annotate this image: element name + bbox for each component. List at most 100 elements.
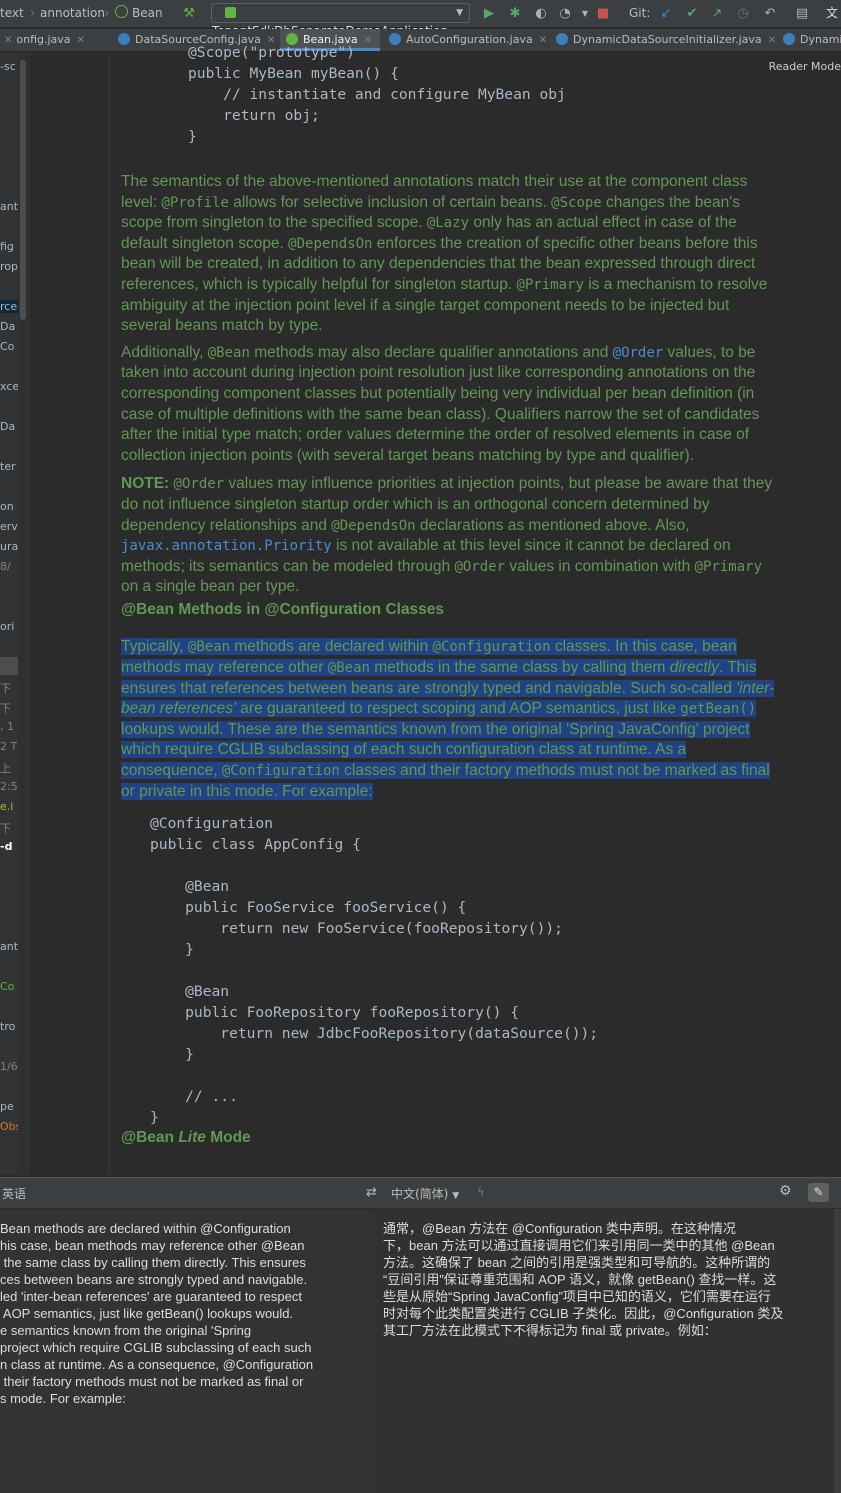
project-panel-edge: -sc ant fig rop rce Da Co xce Da ter on … xyxy=(0,52,18,1175)
tab-dynami[interactable]: Dynami xyxy=(779,29,841,51)
code-line: } xyxy=(150,1109,159,1127)
project-tree-item[interactable]: 1/6 xyxy=(0,1060,18,1073)
breadcrumb-bean[interactable]: Bean xyxy=(115,4,163,23)
log-line: -d xyxy=(0,840,13,853)
project-tree-item[interactable]: Da xyxy=(0,320,15,333)
project-tree-item[interactable]: ura xyxy=(0,540,18,553)
code-line: @Bean xyxy=(150,983,230,1001)
tab-label: onfig.java xyxy=(16,33,71,46)
project-tree-item[interactable]: -sc xyxy=(0,60,16,73)
log-line: 2:5 xyxy=(0,780,18,793)
profile-icon[interactable]: ◔ xyxy=(556,4,574,23)
scrollbar-thumb[interactable] xyxy=(20,60,26,320)
history-icon[interactable]: ◷ xyxy=(734,4,752,23)
order-link[interactable]: @Order xyxy=(613,345,664,361)
project-tree-item[interactable]: Co xyxy=(0,980,14,993)
paragraph-note: NOTE: @Order values may influence priori… xyxy=(121,475,773,596)
swap-languages-icon[interactable]: ⇄ xyxy=(366,1185,377,1200)
stop-icon[interactable]: ■ xyxy=(594,4,612,23)
project-tree-item[interactable]: erv xyxy=(0,520,18,533)
log-line: 上 xyxy=(0,762,11,775)
pin-icon[interactable]: ✎ xyxy=(808,1183,829,1202)
build-hammer-icon[interactable]: ⚒ xyxy=(180,4,198,23)
breadcrumb-chevron-icon: › xyxy=(30,6,36,21)
navigation-toolbar: text › annotation › Bean ⚒ TenantSdkDbSe… xyxy=(0,0,841,38)
close-tab-icon[interactable]: ✕ xyxy=(4,35,12,46)
rollback-icon[interactable]: ↶ xyxy=(761,4,779,23)
translation-panel: 英语 ⇄ 中文(简体) ▼ ϟ ⚙ ✎ Bean methods are dec… xyxy=(0,1177,841,1493)
git-commit-icon[interactable]: ✔ xyxy=(683,4,701,23)
gear-icon[interactable]: ⚙ xyxy=(779,1183,792,1199)
tab-label: Dynami xyxy=(800,33,841,46)
paragraph-annotation-semantics: The semantics of the above-mentioned ann… xyxy=(121,173,768,335)
code-line: public FooService fooService() { xyxy=(150,899,467,917)
code-line: public class AppConfig { xyxy=(150,836,361,854)
section-heading-configuration-classes: @Bean Methods in @Configuration Classes xyxy=(121,600,445,618)
code-line: @Scope("prototype") xyxy=(188,44,355,61)
priority-link[interactable]: javax.annotation.Priority xyxy=(121,538,332,554)
target-language-label: 中文(简体) xyxy=(391,1187,449,1201)
project-tree-item[interactable]: on xyxy=(0,500,14,513)
code-line: public FooRepository fooRepository() { xyxy=(150,1004,520,1022)
project-tree-item[interactable]: rop xyxy=(0,260,18,273)
source-text-area[interactable]: Bean methods are declared within @Config… xyxy=(0,1209,372,1493)
project-tree-item[interactable]: Da xyxy=(0,420,15,433)
breadcrumb-bean-label: Bean xyxy=(132,6,163,20)
project-tree-item[interactable]: Obs xyxy=(0,1120,18,1133)
class-icon xyxy=(118,33,130,45)
project-structure-icon[interactable]: ▤ xyxy=(793,4,811,23)
code-line: } xyxy=(188,128,197,145)
code-line: } xyxy=(150,1046,194,1064)
project-scrollbar[interactable] xyxy=(18,52,30,1175)
spring-boot-icon xyxy=(225,7,236,18)
rendered-javadoc: @Scope("prototype") public MyBean myBean(… xyxy=(121,44,781,1149)
project-tree-item[interactable]: ant xyxy=(0,200,18,213)
target-text-area[interactable]: 通常，@Bean 方法在 @Configuration 类中声明。在这种情况 下… xyxy=(372,1209,834,1493)
debug-icon[interactable]: ✱ xyxy=(506,4,524,23)
paragraph-selected-typically[interactable]: Typically, @Bean methods are declared wi… xyxy=(121,637,781,802)
log-line: e.i xyxy=(0,800,14,813)
more-run-chevron-icon[interactable]: ▼ xyxy=(576,4,594,23)
run-icon[interactable]: ▶ xyxy=(480,4,498,23)
log-line: 下 xyxy=(0,822,11,835)
project-tree-item[interactable]: xce xyxy=(0,380,18,393)
tab-config-java[interactable]: ✕ onfig.java ✕ xyxy=(0,29,108,51)
lightning-icon[interactable]: ϟ xyxy=(477,1185,485,1199)
log-line: 下 xyxy=(0,682,11,695)
git-push-icon[interactable]: ↗ xyxy=(708,4,726,23)
project-tree-item[interactable]: ant xyxy=(0,940,18,953)
paragraph-qualifiers: Additionally, @Bean methods may also dec… xyxy=(121,343,760,464)
breadcrumb-annotation[interactable]: annotation xyxy=(40,4,105,23)
project-tree-item[interactable]: ori xyxy=(0,620,14,633)
translated-text[interactable]: 通常，@Bean 方法在 @Configuration 类中声明。在这种情况 下… xyxy=(383,1220,783,1339)
chevron-down-icon: ▼ xyxy=(452,1191,460,1201)
source-language-select[interactable]: 英语 xyxy=(2,1185,26,1202)
git-update-icon[interactable]: ↙ xyxy=(657,4,675,23)
coverage-icon[interactable]: ◐ xyxy=(532,4,550,23)
project-tree-item[interactable]: ter xyxy=(0,460,16,473)
project-tree-item[interactable]: Co xyxy=(0,340,14,353)
project-tree-item[interactable]: 8/ xyxy=(0,560,11,573)
close-icon[interactable]: ✕ xyxy=(77,35,85,46)
code-line: return new FooService(fooRepository()); xyxy=(150,920,563,938)
run-configuration-select[interactable]: TenantSdkDbSeparateDemoApplication ▼ xyxy=(211,3,470,38)
project-tree-item[interactable]: pe xyxy=(0,1100,14,1113)
code-line: return new JdbcFooRepository(dataSource(… xyxy=(150,1025,599,1043)
code-line: @Configuration xyxy=(150,815,274,833)
target-language-select[interactable]: 中文(简体) ▼ xyxy=(391,1185,459,1202)
class-icon xyxy=(783,33,795,45)
translation-scrollbar[interactable] xyxy=(834,1209,841,1493)
translate-icon[interactable]: 文 xyxy=(826,4,838,23)
source-text[interactable]: Bean methods are declared within @Config… xyxy=(0,1220,313,1407)
code-line: @Bean xyxy=(150,878,230,896)
log-line: 2 T xyxy=(0,740,18,753)
project-tree-item[interactable]: rce xyxy=(0,300,18,313)
project-tree-item[interactable]: fig xyxy=(0,240,14,253)
fold-gutter-line xyxy=(108,52,109,1175)
breadcrumb-context[interactable]: text xyxy=(0,4,24,23)
project-tree-item[interactable]: tro xyxy=(0,1020,15,1033)
code-line: // ... xyxy=(150,1088,238,1106)
code-line: } xyxy=(150,941,194,959)
